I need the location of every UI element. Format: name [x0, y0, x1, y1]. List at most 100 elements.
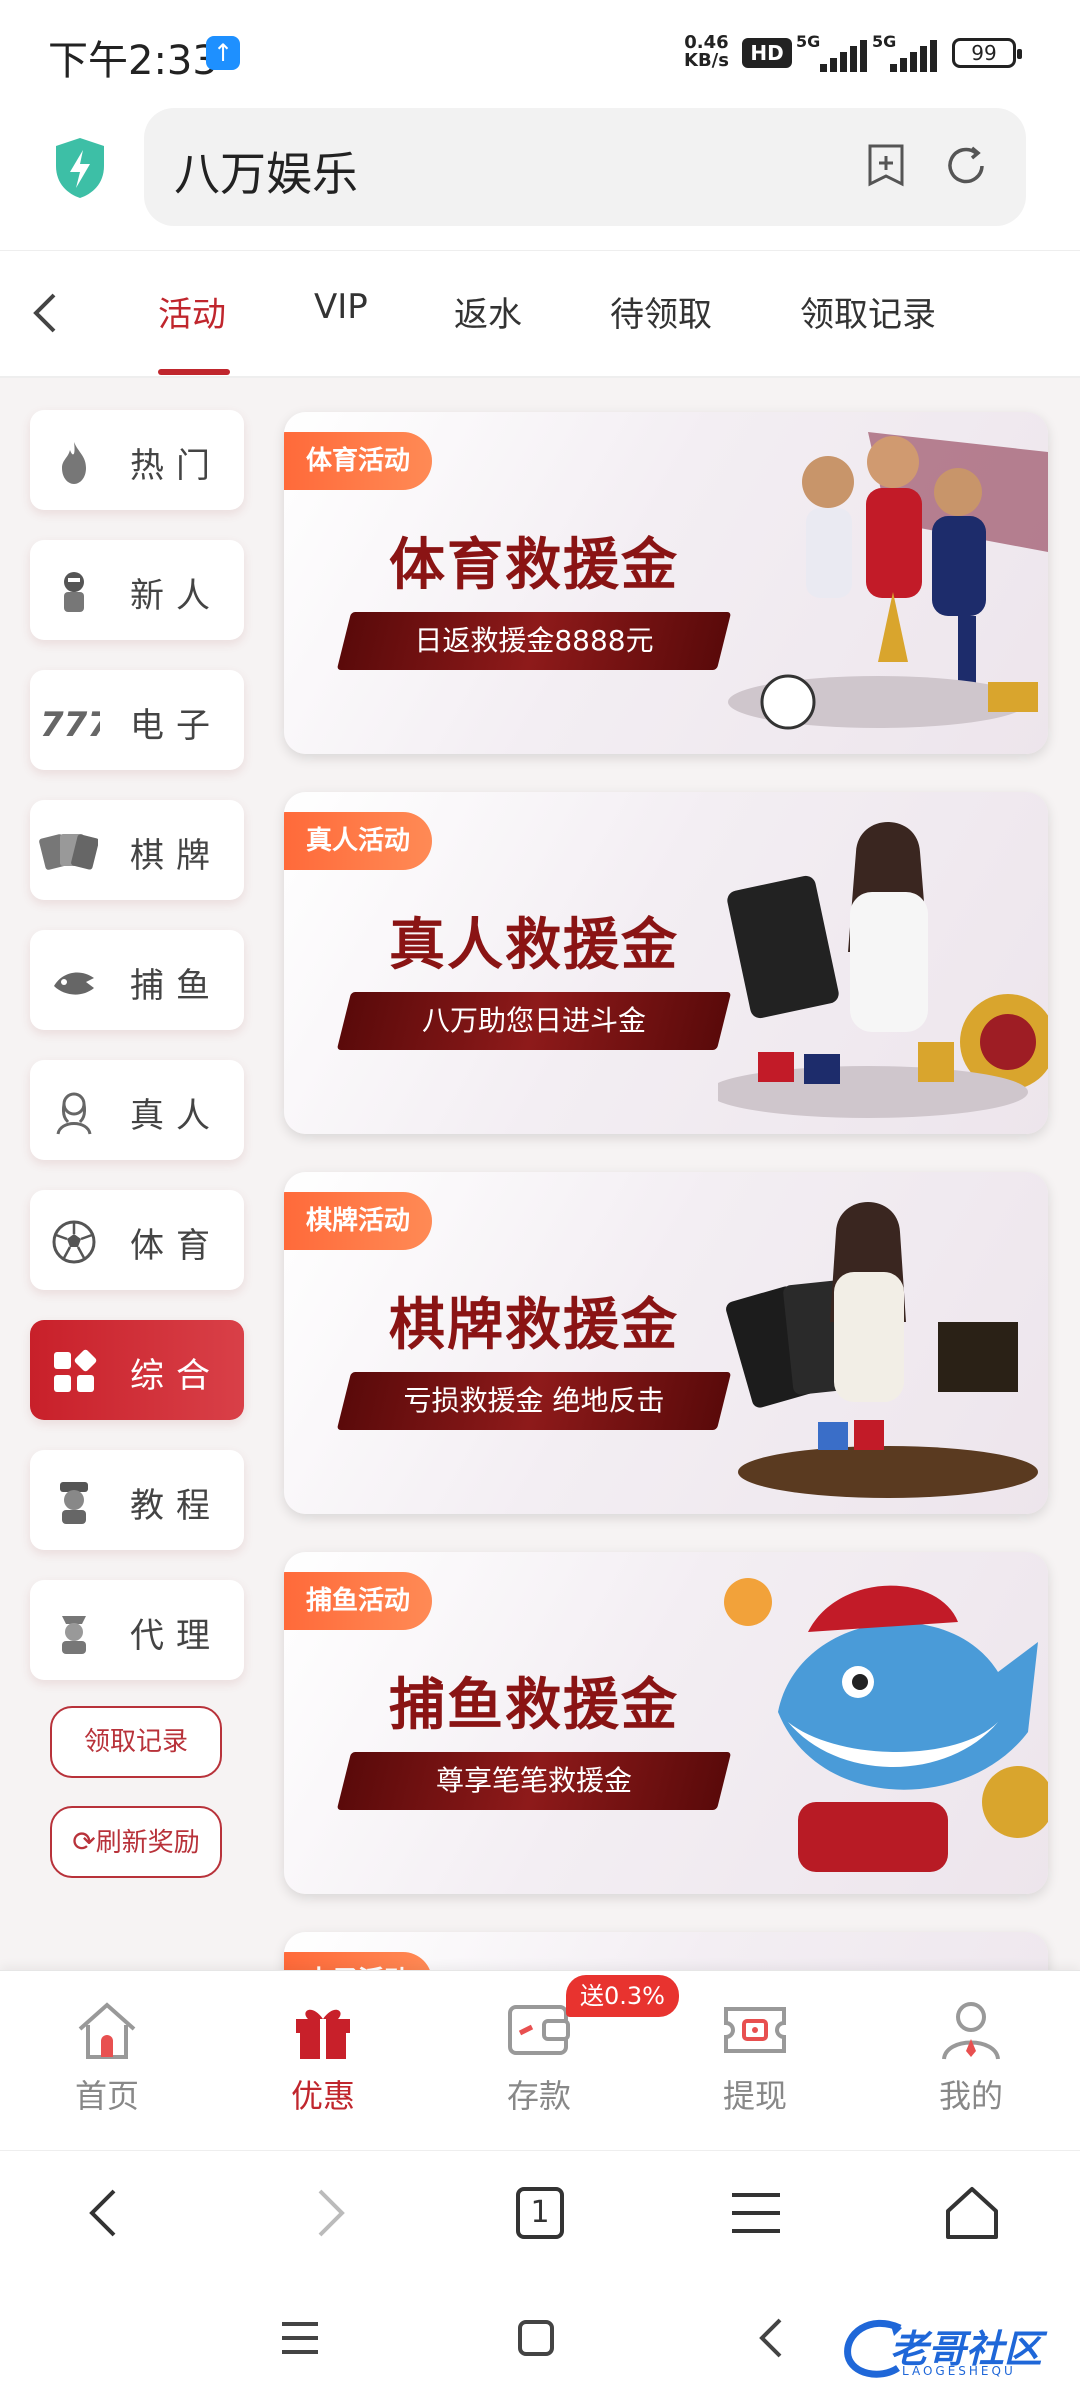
system-home-icon[interactable] — [512, 2314, 560, 2362]
add-bookmark-icon[interactable] — [862, 142, 910, 190]
gift-icon — [296, 2009, 350, 2059]
bottom-nav: 首页 优惠 存款 送0.3% 提现 我的 — [0, 1970, 1080, 2150]
nav-profile[interactable]: 我的 — [896, 1971, 1046, 2151]
flame-icon — [62, 442, 86, 484]
upload-arrow-icon: ↑ — [206, 36, 240, 70]
promo-banner[interactable]: 电子活动 — [284, 1932, 1048, 1970]
status-bar: 下午2:33 ↑ 0.46 KB/s HD 5G 5G 99 — [0, 0, 1080, 100]
banner-slogan-text: 八万助您日进斗金 — [421, 1004, 646, 1037]
banner-headline: 棋牌救援金 — [389, 1293, 679, 1358]
sports-players-art — [728, 432, 1048, 730]
sidebar-item-tutorial[interactable]: 教程 — [30, 1450, 244, 1550]
card-game-art — [726, 1202, 1038, 1498]
banner-slogan-text: 亏损救援金 绝地反击 — [403, 1384, 665, 1417]
banner-headline: 体育救援金 — [389, 533, 679, 598]
tab-rebate[interactable]: 返水 — [454, 287, 522, 336]
grid-icon — [54, 1349, 97, 1392]
address-field[interactable]: 八万娱乐 — [144, 108, 1026, 226]
tab-activity[interactable]: 活动 — [158, 287, 226, 336]
banner-slogan: 亏损救援金 绝地反击 — [336, 1372, 732, 1430]
page-title: 八万娱乐 — [174, 147, 358, 201]
sidebar-item-label: 捕鱼 — [130, 966, 222, 1006]
recent-apps-icon[interactable] — [276, 2314, 324, 2362]
sidebar-item-newbie[interactable]: 新人 — [30, 540, 244, 640]
tab-vip[interactable]: VIP — [314, 287, 368, 327]
tab-claim-history[interactable]: 领取记录 — [800, 287, 936, 336]
browser-address-bar: 八万娱乐 — [0, 100, 1080, 250]
banner-headline: 捕鱼救援金 — [389, 1673, 679, 1738]
live-dealer-art — [718, 822, 1048, 1118]
refresh-icon[interactable] — [942, 142, 990, 190]
nav-label: 优惠 — [290, 2077, 355, 2115]
banner-tag: 真人活动 — [284, 812, 432, 870]
promo-banner[interactable]: 捕鱼活动 捕鱼救援金 尊享笔笔救援金 — [284, 1552, 1048, 1894]
deposit-bonus-badge: 送0.3% — [566, 1975, 679, 2017]
net-speed: 0.46 KB/s — [684, 34, 729, 70]
withdraw-ticket-icon — [724, 2007, 786, 2053]
system-back-icon[interactable] — [748, 2314, 796, 2362]
wallet-icon — [508, 2005, 570, 2055]
nav-promotions[interactable]: 优惠 — [248, 1971, 398, 2151]
tabs-count-button[interactable]: 1 — [508, 2181, 572, 2245]
sidebar-item-label: 棋牌 — [130, 836, 222, 876]
tab-pending[interactable]: 待领取 — [610, 287, 712, 336]
sidebar-item-cards[interactable]: 棋牌 — [30, 800, 244, 900]
back-arrow-icon[interactable] — [26, 289, 66, 337]
status-time: 下午2:33 — [48, 38, 218, 84]
banner-slogan-text: 尊享笔笔救援金 — [435, 1764, 632, 1797]
promo-banner[interactable]: 棋牌活动 棋牌救援金 亏损救援金 绝地反击 — [284, 1172, 1048, 1514]
sidebar-item-label: 真人 — [130, 1096, 222, 1136]
signal-label: 5G — [796, 32, 821, 51]
content-area: 热门 新人 777 电子 棋牌 捕鱼 真人 — [0, 378, 1080, 1970]
shark-mascot-art — [724, 1578, 1048, 1872]
sidebar-item-hot[interactable]: 热门 — [30, 410, 244, 510]
browser-back-icon[interactable] — [74, 2181, 138, 2245]
sidebar-item-label: 热门 — [130, 446, 222, 486]
sidebar-item-agent[interactable]: 代理 — [30, 1580, 244, 1680]
promo-banner[interactable]: 真人活动 真人救援金 八万助您日进斗金 — [284, 792, 1048, 1134]
sidebar-item-sports[interactable]: 体育 — [30, 1190, 244, 1290]
dealer-icon — [56, 1092, 92, 1135]
sidebar-item-label: 电子 — [130, 706, 222, 746]
sidebar-item-label: 教程 — [130, 1486, 222, 1526]
browser-home-icon[interactable] — [940, 2181, 1004, 2245]
banner-tag: 棋牌活动 — [284, 1192, 432, 1250]
menu-icon[interactable] — [724, 2181, 788, 2245]
nav-label: 首页 — [74, 2077, 139, 2115]
watermark-logo: 老哥社区 LAOGESHEQU — [840, 2310, 1070, 2390]
refresh-reward-button[interactable]: ⟳刷新奖励 — [50, 1806, 222, 1878]
active-tab-indicator — [158, 369, 230, 375]
promo-tab-bar: 活动 VIP 返水 待领取 领取记录 — [0, 250, 1080, 378]
hd-badge: HD — [742, 38, 792, 68]
watermark-subtitle: LAOGESHEQU — [902, 2364, 1016, 2378]
battery-icon: 99 — [952, 38, 1022, 68]
nav-withdraw[interactable]: 提现 — [680, 1971, 830, 2151]
shark-icon — [54, 972, 94, 995]
browser-nav-bar: 1 — [0, 2150, 1080, 2270]
banner-slogan: 尊享笔笔救援金 — [336, 1752, 732, 1810]
soccer-ball-icon — [52, 1220, 96, 1264]
sidebar-item-label: 综合 — [130, 1356, 222, 1396]
browser-forward-icon[interactable] — [296, 2181, 360, 2245]
nav-label: 我的 — [938, 2077, 1003, 2115]
cards-icon — [39, 834, 98, 870]
system-nav-bar: 老哥社区 LAOGESHEQU — [0, 2270, 1080, 2400]
sidebar-item-general[interactable]: 综合 — [30, 1320, 244, 1420]
nav-label: 存款 — [506, 2077, 571, 2115]
sidebar-item-slots[interactable]: 777 电子 — [30, 670, 244, 770]
promo-banner[interactable]: 体育活动 体育救援金 日返救援金8888元 — [284, 412, 1048, 754]
banner-slogan: 日返救援金8888元 — [336, 612, 732, 670]
nav-home[interactable]: 首页 — [32, 1971, 182, 2151]
nav-label: 提现 — [722, 2077, 787, 2115]
sidebar-item-fishing[interactable]: 捕鱼 — [30, 930, 244, 1030]
shield-lightning-icon[interactable] — [52, 136, 108, 200]
banner-slogan-text: 日返救援金8888元 — [414, 624, 654, 657]
banner-tag: 体育活动 — [284, 432, 432, 490]
banner-tag: 电子活动 — [284, 1952, 432, 1970]
banner-headline: 真人救援金 — [389, 913, 679, 978]
banner-slogan: 八万助您日进斗金 — [336, 992, 732, 1050]
svg-text:777: 777 — [40, 705, 100, 745]
sidebar-item-live[interactable]: 真人 — [30, 1060, 244, 1160]
claim-record-button[interactable]: 领取记录 — [50, 1706, 222, 1778]
signal-label: 5G — [872, 32, 897, 51]
